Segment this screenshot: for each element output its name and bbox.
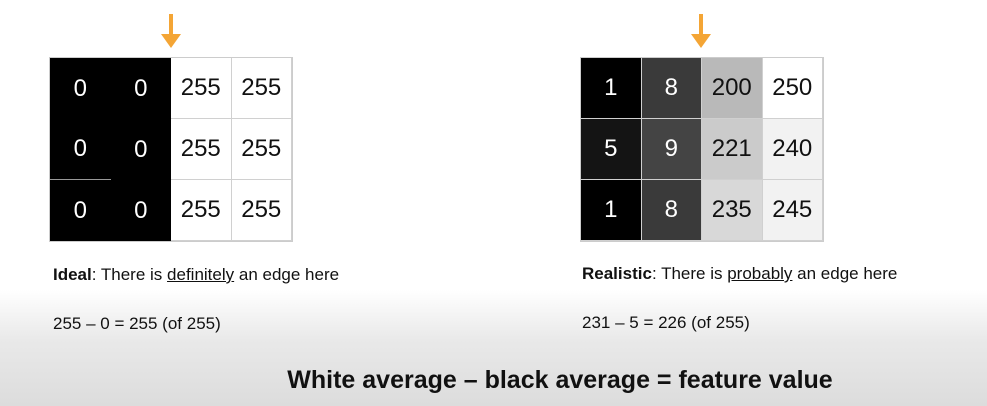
realistic-caption: Realistic: There is probably an edge her… — [582, 264, 897, 284]
pixel-cell: 8 — [641, 180, 702, 241]
caption-text: an edge here — [234, 265, 340, 284]
pixel-cell: 8 — [641, 58, 702, 119]
pixel-cell: 250 — [762, 58, 823, 119]
pixel-cell: 255 — [231, 58, 292, 119]
caption-emphasis: probably — [727, 264, 793, 283]
pixel-cell: 255 — [231, 180, 292, 241]
pixel-cell: 1 — [581, 180, 642, 241]
pixel-cell: 0 — [110, 180, 171, 241]
pixel-cell: 245 — [762, 180, 823, 241]
ideal-pixel-grid: 0 0 255 255 0 0 255 255 0 0 255 255 — [49, 57, 293, 242]
pixel-cell: 255 — [171, 119, 232, 180]
arrow-down-icon — [691, 14, 711, 48]
pixel-cell: 9 — [641, 119, 702, 180]
pixel-cell: 0 — [110, 119, 171, 180]
realistic-pixel-grid: 1 8 200 250 5 9 221 240 1 8 235 245 — [580, 57, 824, 242]
pixel-cell: 255 — [231, 119, 292, 180]
caption-text: an edge here — [792, 264, 898, 283]
ideal-equation: 255 – 0 = 255 (of 255) — [53, 314, 221, 333]
caption-text: : There is — [91, 265, 168, 284]
pixel-cell: 200 — [702, 58, 763, 119]
ideal-caption: Ideal: There is definitely an edge here — [53, 265, 339, 285]
caption-label: Ideal — [53, 265, 92, 284]
pixel-cell: 240 — [762, 119, 823, 180]
realistic-equation: 231 – 5 = 226 (of 255) — [582, 313, 750, 332]
pixel-cell: 0 — [50, 180, 111, 241]
slide-title: White average – black average = feature … — [287, 366, 833, 394]
pixel-cell: 221 — [702, 119, 763, 180]
arrow-down-icon — [161, 14, 181, 48]
pixel-cell: 255 — [171, 180, 232, 241]
caption-label: Realistic — [582, 264, 652, 283]
caption-emphasis: definitely — [167, 265, 235, 284]
pixel-cell: 0 — [110, 58, 171, 119]
pixel-cell: 5 — [581, 119, 642, 180]
pixel-cell: 0 — [50, 119, 111, 180]
pixel-cell: 1 — [581, 58, 642, 119]
pixel-cell: 255 — [171, 58, 232, 119]
pixel-cell: 235 — [702, 180, 763, 241]
caption-text: : There is — [651, 264, 728, 283]
pixel-cell: 0 — [50, 58, 111, 119]
